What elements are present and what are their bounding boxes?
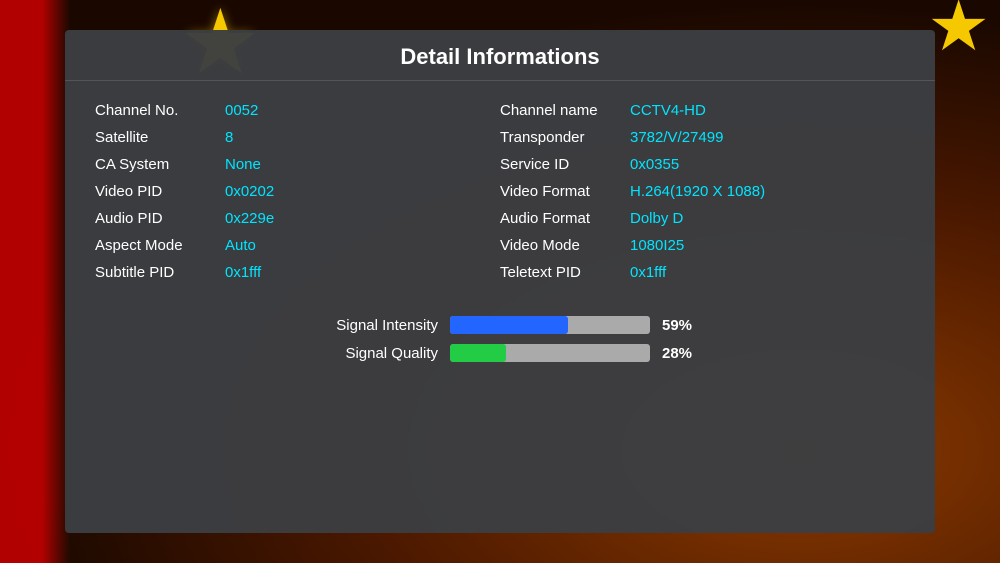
info-row: Audio FormatDolby D: [500, 205, 905, 232]
signal-intensity-percent: 59%: [662, 317, 702, 334]
dialog-body: Channel No.0052Satellite8CA SystemNoneVi…: [65, 81, 935, 533]
info-value: H.264(1920 X 1088): [630, 183, 765, 200]
info-label: Video Mode: [500, 237, 630, 254]
info-label: Video Format: [500, 183, 630, 200]
info-label: Transponder: [500, 129, 630, 146]
info-label: Audio Format: [500, 210, 630, 227]
info-value: 0x1fff: [225, 264, 261, 281]
info-label: Teletext PID: [500, 264, 630, 281]
info-grid: Channel No.0052Satellite8CA SystemNoneVi…: [95, 97, 905, 286]
left-column: Channel No.0052Satellite8CA SystemNoneVi…: [95, 97, 500, 286]
signal-intensity-bar-container: [450, 316, 650, 334]
info-row: Subtitle PID0x1fff: [95, 259, 500, 286]
info-value: 0x0202: [225, 183, 274, 200]
info-value: 0x229e: [225, 210, 274, 227]
info-value: None: [225, 156, 261, 173]
signal-quality-row: Signal Quality 28%: [298, 344, 702, 362]
signal-intensity-bar: [450, 316, 568, 334]
info-label: Aspect Mode: [95, 237, 225, 254]
info-label: Channel No.: [95, 102, 225, 119]
signal-intensity-label: Signal Intensity: [298, 317, 438, 334]
info-value: 0x1fff: [630, 264, 666, 281]
signal-section: Signal Intensity 59% Signal Quality 28%: [95, 316, 905, 372]
info-row: Transponder3782/V/27499: [500, 124, 905, 151]
info-label: CA System: [95, 156, 225, 173]
info-value: 1080I25: [630, 237, 684, 254]
signal-quality-percent: 28%: [662, 345, 702, 362]
info-row: Satellite8: [95, 124, 500, 151]
detail-dialog: Detail Informations Channel No.0052Satel…: [65, 30, 935, 533]
signal-intensity-row: Signal Intensity 59%: [298, 316, 702, 334]
signal-quality-bar: [450, 344, 506, 362]
right-column: Channel nameCCTV4-HDTransponder3782/V/27…: [500, 97, 905, 286]
signal-quality-bar-container: [450, 344, 650, 362]
info-value: 0x0355: [630, 156, 679, 173]
info-value: Auto: [225, 237, 256, 254]
dialog-title: Detail Informations: [65, 30, 935, 81]
info-row: Teletext PID0x1fff: [500, 259, 905, 286]
info-value: Dolby D: [630, 210, 683, 227]
info-row: Video FormatH.264(1920 X 1088): [500, 178, 905, 205]
info-value: 8: [225, 129, 233, 146]
info-label: Audio PID: [95, 210, 225, 227]
info-label: Channel name: [500, 102, 630, 119]
info-row: Service ID0x0355: [500, 151, 905, 178]
info-label: Video PID: [95, 183, 225, 200]
info-row: Audio PID0x229e: [95, 205, 500, 232]
info-row: Channel nameCCTV4-HD: [500, 97, 905, 124]
info-label: Service ID: [500, 156, 630, 173]
signal-quality-label: Signal Quality: [298, 345, 438, 362]
info-value: 0052: [225, 102, 258, 119]
info-row: CA SystemNone: [95, 151, 500, 178]
info-row: Channel No.0052: [95, 97, 500, 124]
flag-decoration-left: [0, 0, 70, 563]
info-value: 3782/V/27499: [630, 129, 723, 146]
info-label: Satellite: [95, 129, 225, 146]
info-row: Video PID0x0202: [95, 178, 500, 205]
info-label: Subtitle PID: [95, 264, 225, 281]
info-row: Video Mode1080I25: [500, 232, 905, 259]
info-row: Aspect ModeAuto: [95, 232, 500, 259]
info-value: CCTV4-HD: [630, 102, 706, 119]
